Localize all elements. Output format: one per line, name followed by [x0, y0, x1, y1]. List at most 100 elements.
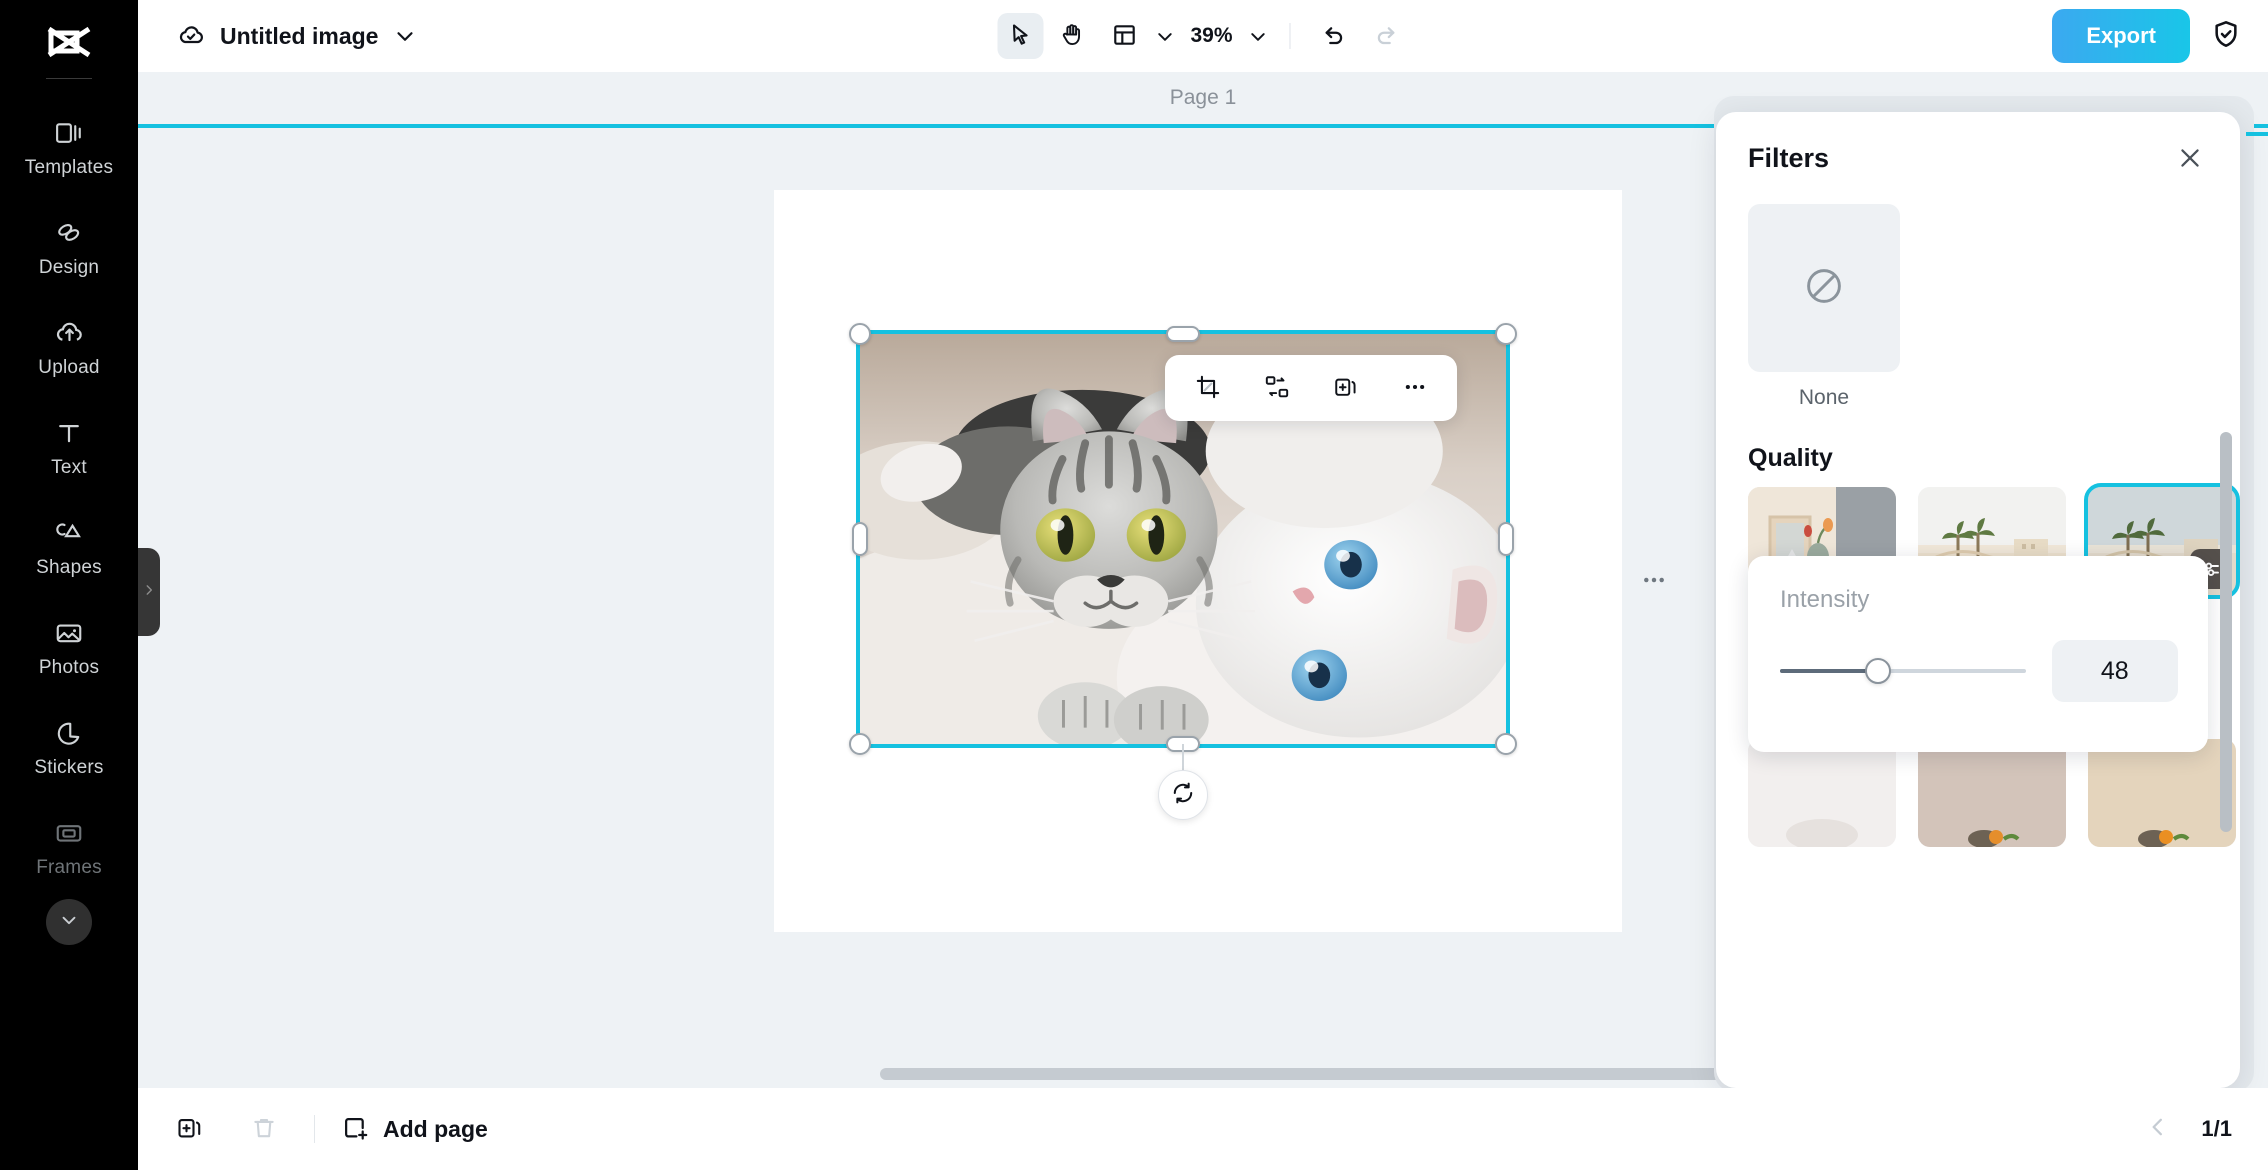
sidebar-item-label: Templates: [24, 156, 114, 178]
intensity-controls: 48: [1780, 640, 2178, 702]
document-title[interactable]: Untitled image: [220, 23, 378, 50]
intensity-value-input[interactable]: 48: [2051, 640, 2178, 702]
rotate-handle[interactable]: [1158, 770, 1208, 820]
text-icon: [52, 416, 86, 450]
sidebar-item-text[interactable]: Text: [0, 397, 138, 497]
panel-scrollbar-track[interactable]: [2220, 232, 2232, 1072]
filter-none-label: None: [1798, 386, 1850, 409]
shield-check-icon[interactable]: [2210, 18, 2242, 55]
filter-none-group: None: [1748, 204, 2208, 410]
replace-button[interactable]: [1253, 364, 1301, 412]
swap-icon: [1264, 374, 1290, 403]
sidebar-more-button[interactable]: [46, 899, 92, 945]
sidebar-item-label: Text: [51, 456, 87, 478]
resize-handle-left[interactable]: [852, 522, 868, 556]
resize-handle-top-left[interactable]: [849, 323, 871, 345]
sidebar-collapse-handle[interactable]: [138, 548, 160, 636]
filter-item-delicacy-3: [2088, 739, 2236, 847]
close-icon[interactable]: [2172, 140, 2208, 176]
cursor-arrow-icon: [1007, 22, 1033, 51]
bottom-toolbar-left: Add page: [138, 1105, 488, 1153]
food-pale-thumb: [1748, 739, 1896, 847]
object-floating-toolbar: [1165, 355, 1457, 421]
zoom-chevron-down-icon[interactable]: [1247, 25, 1270, 48]
sidebar-divider: [46, 78, 92, 79]
sidebar-item-label: Upload: [38, 356, 100, 378]
chevron-down-icon[interactable]: [392, 23, 418, 49]
export-button[interactable]: Export: [2052, 9, 2190, 63]
sidebar-item-label: Design: [38, 256, 100, 278]
slider-knob[interactable]: [1865, 658, 1892, 684]
no-filter-icon: [1802, 264, 1846, 313]
undo-icon: [1320, 21, 1347, 51]
intensity-label: Intensity: [1780, 586, 1870, 613]
sidebar-item-templates[interactable]: Templates: [0, 97, 138, 197]
sidebar-item-upload[interactable]: Upload: [0, 297, 138, 397]
resize-handle-right[interactable]: [1498, 522, 1514, 556]
redo-button[interactable]: [1363, 13, 1409, 59]
filter-item-delicacy-1: [1748, 739, 1896, 847]
filter-thumb[interactable]: [1748, 739, 1896, 847]
add-page-icon: [341, 1114, 369, 1145]
more-button[interactable]: [1391, 364, 1439, 412]
canvas-horizontal-scrollbar[interactable]: [880, 1068, 1798, 1080]
more-horizontal-icon[interactable]: [1640, 566, 1668, 594]
toolbar-divider: [1289, 23, 1291, 49]
undo-button[interactable]: [1311, 13, 1357, 59]
sidebar-item-photos[interactable]: Photos: [0, 597, 138, 697]
crop-button[interactable]: [1184, 364, 1232, 412]
rotate-connector: [1182, 744, 1184, 772]
page-label[interactable]: Page 1: [1170, 86, 1237, 110]
crop-icon: [1195, 374, 1221, 403]
panel-scrollbar-thumb[interactable]: [2220, 432, 2232, 832]
shapes-icon: [52, 516, 86, 550]
filter-thumb[interactable]: [1918, 739, 2066, 847]
resize-handle-bottom-right[interactable]: [1495, 733, 1517, 755]
add-page-label: Add page: [383, 1115, 488, 1142]
hand-tool-button[interactable]: [1049, 13, 1095, 59]
chevron-left-icon[interactable]: [2145, 1114, 2171, 1145]
chevron-down-icon: [58, 909, 80, 936]
sidebar-item-label: Shapes: [36, 556, 102, 578]
upload-cloud-icon: [52, 316, 86, 350]
zoom-level-value[interactable]: 39%: [1182, 24, 1240, 48]
sidebar-item-label: Frames: [36, 856, 102, 878]
frames-icon: [52, 816, 86, 850]
panel-accent-tick: [2246, 132, 2268, 136]
top-toolbar-center: 39%: [997, 13, 1408, 59]
capcut-logo-icon[interactable]: [43, 12, 95, 72]
layout-chevron-down-icon[interactable]: [1153, 25, 1176, 48]
section-title-quality: Quality: [1748, 444, 1833, 472]
duplicate-button[interactable]: [1322, 364, 1370, 412]
resize-handle-top[interactable]: [1166, 326, 1200, 342]
filter-thumb[interactable]: [2088, 739, 2236, 847]
more-horizontal-icon: [1402, 374, 1428, 403]
sidebar-item-stickers[interactable]: Stickers: [0, 697, 138, 797]
select-tool-button[interactable]: [997, 13, 1044, 59]
page-indicator: 1/1: [2201, 1116, 2232, 1141]
redo-icon: [1372, 21, 1399, 51]
trash-icon: [250, 1114, 278, 1145]
top-toolbar: Untitled image 39% Export: [138, 0, 2268, 72]
food-warm-thumb: [1918, 739, 2066, 847]
sidebar-item-shapes[interactable]: Shapes: [0, 497, 138, 597]
top-toolbar-right: Export: [2052, 9, 2242, 63]
sidebar-item-frames[interactable]: Frames: [0, 797, 138, 897]
sidebar-item-design[interactable]: Design: [0, 197, 138, 297]
cloud-check-icon[interactable]: [176, 19, 206, 54]
photos-icon: [52, 616, 86, 650]
intensity-slider[interactable]: [1780, 658, 2026, 684]
resize-handle-bottom-left[interactable]: [849, 733, 871, 755]
duplicate-page-button[interactable]: [166, 1105, 214, 1153]
chevron-right-icon: [142, 580, 156, 605]
resize-handle-top-right[interactable]: [1495, 323, 1517, 345]
filters-panel-header: Filters: [1716, 112, 2240, 204]
filter-none-tile[interactable]: [1748, 204, 1900, 372]
slider-fill: [1780, 669, 1879, 673]
delete-page-button[interactable]: [240, 1105, 288, 1153]
layout-grid-icon: [1111, 22, 1137, 51]
layout-tool-button[interactable]: [1101, 13, 1147, 59]
filter-item-delicacy-2: [1918, 739, 2066, 847]
add-page-button[interactable]: Add page: [341, 1114, 488, 1145]
top-toolbar-left: Untitled image: [138, 19, 418, 54]
